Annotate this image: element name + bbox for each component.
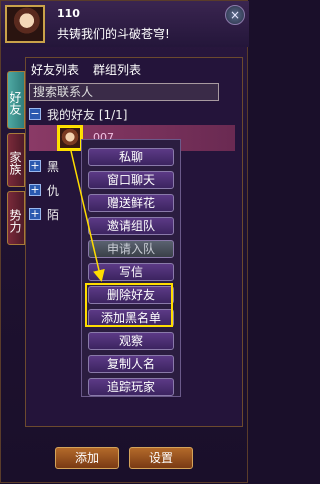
tab-family[interactable]: 家族 xyxy=(7,133,25,187)
friends-panel: 110 共铸我们的斗破苍穹! × 好友 家族 势力 好友列表 群组列表 − 我的… xyxy=(0,0,249,484)
collapse-icon[interactable]: − xyxy=(29,108,41,120)
group-label: 陌 xyxy=(47,208,60,222)
menu-highlight xyxy=(85,283,173,327)
expand-icon[interactable]: + xyxy=(29,208,41,220)
tab-friends[interactable]: 好友 xyxy=(7,71,25,129)
expand-icon[interactable]: + xyxy=(29,160,41,172)
avatar-highlight xyxy=(57,125,83,151)
footer: 添加 设置 xyxy=(1,427,249,484)
menu-window-chat[interactable]: 窗口聊天 xyxy=(88,171,174,189)
add-button[interactable]: 添加 xyxy=(55,447,119,469)
menu-copy-name[interactable]: 复制人名 xyxy=(88,355,174,373)
close-button[interactable]: × xyxy=(225,5,245,25)
context-menu: 私聊 窗口聊天 赠送鲜花 邀请组队 申请入队 写信 删除好友 添加黑名单 观察 … xyxy=(81,139,181,397)
menu-write-letter[interactable]: 写信 xyxy=(88,263,174,281)
subtab-group-list[interactable]: 群组列表 xyxy=(93,61,141,78)
subtab-friend-list[interactable]: 好友列表 xyxy=(31,61,79,78)
settings-button[interactable]: 设置 xyxy=(129,447,193,469)
player-avatar[interactable] xyxy=(5,5,45,43)
group-label: 我的好友 [1/1] xyxy=(47,108,128,122)
group-label: 黑 xyxy=(47,160,60,174)
player-motto[interactable]: 共铸我们的斗破苍穹! xyxy=(57,25,170,42)
menu-observe[interactable]: 观察 xyxy=(88,332,174,350)
side-tabs: 好友 家族 势力 xyxy=(7,71,25,249)
group-label: 仇 xyxy=(47,184,60,198)
expand-icon[interactable]: + xyxy=(29,184,41,196)
menu-apply-team[interactable]: 申请入队 xyxy=(88,240,174,258)
search-input[interactable] xyxy=(29,83,219,101)
tab-faction[interactable]: 势力 xyxy=(7,191,25,245)
header: 110 共铸我们的斗破苍穹! × xyxy=(1,1,249,47)
menu-invite-team[interactable]: 邀请组队 xyxy=(88,217,174,235)
player-level: 110 xyxy=(57,7,80,20)
menu-private-chat[interactable]: 私聊 xyxy=(88,148,174,166)
menu-track-player[interactable]: 追踪玩家 xyxy=(88,378,174,396)
menu-send-flowers[interactable]: 赠送鲜花 xyxy=(88,194,174,212)
group-my-friends[interactable]: − 我的好友 [1/1] xyxy=(29,105,235,123)
